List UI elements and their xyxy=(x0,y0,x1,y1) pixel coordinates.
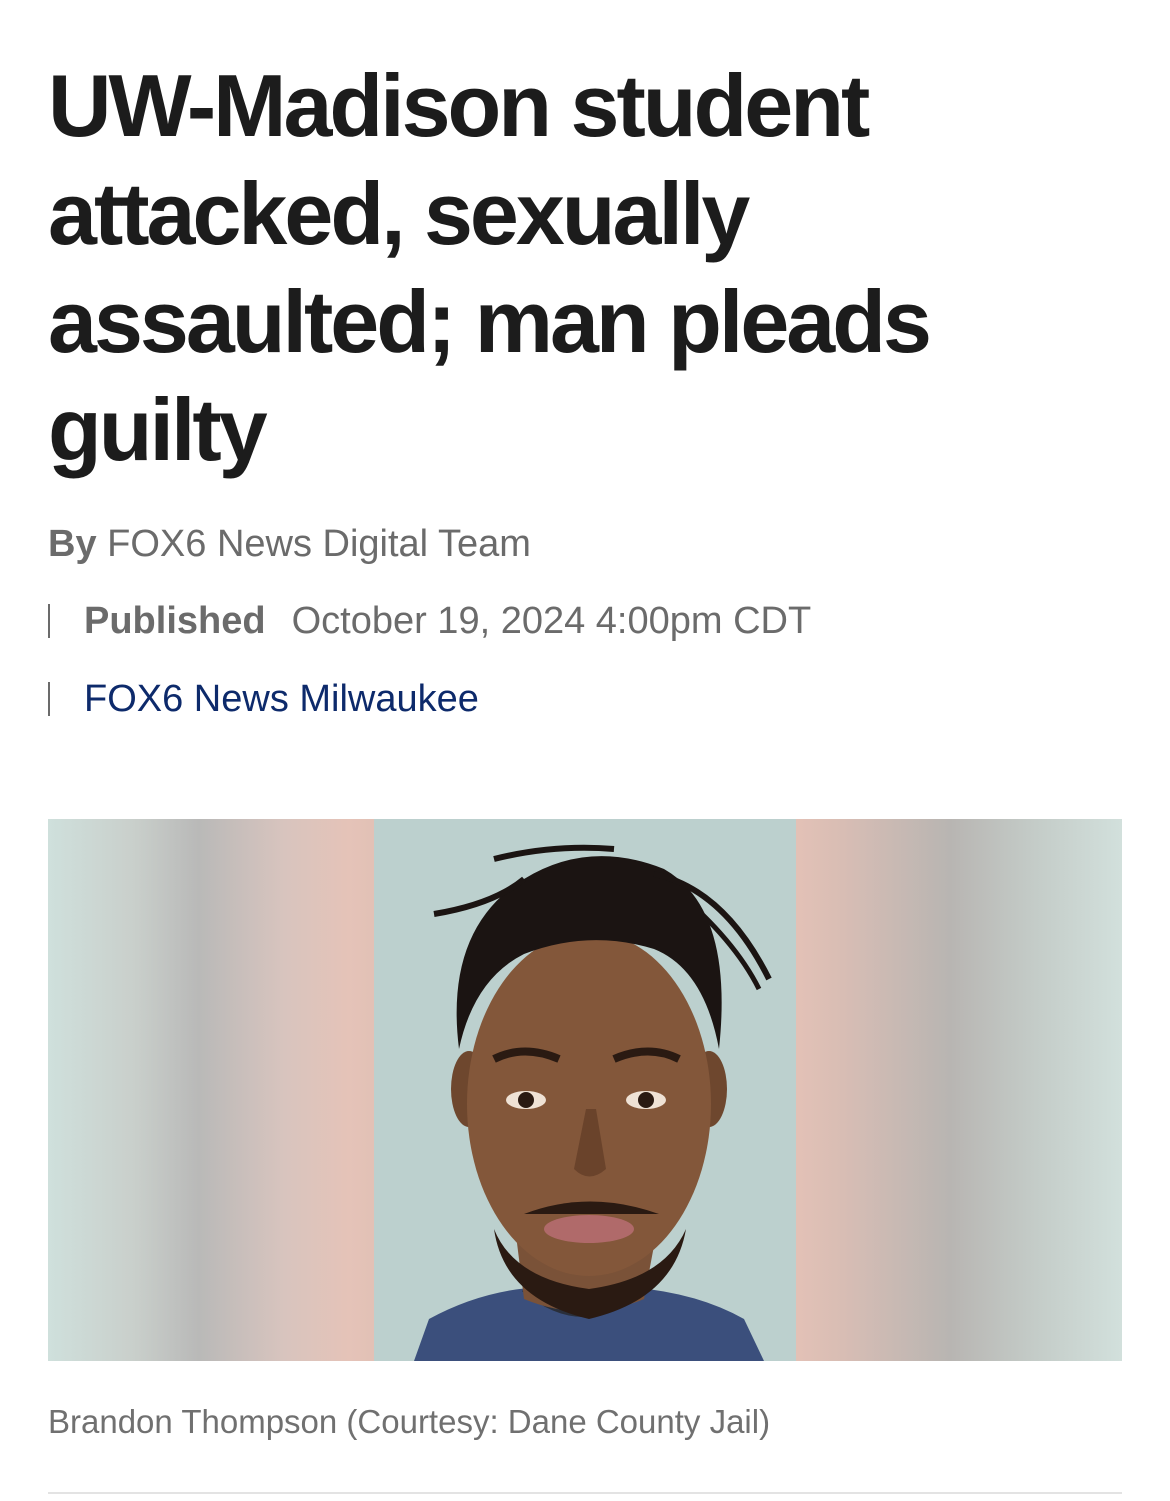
station-row: FOX6 News Milwaukee xyxy=(48,675,479,723)
author-name[interactable]: FOX6 News Digital Team xyxy=(107,523,531,565)
mugshot-figure xyxy=(414,844,772,1361)
meta-divider xyxy=(48,682,50,716)
station-link[interactable]: FOX6 News Milwaukee xyxy=(84,675,479,723)
byline: By FOX6 News Digital Team xyxy=(48,520,531,568)
published-label: Published xyxy=(84,600,266,642)
published-row: Published October 19, 2024 4:00pm CDT xyxy=(48,597,811,645)
mugshot-image xyxy=(374,819,796,1361)
photo-caption: Brandon Thompson (Courtesy: Dane County … xyxy=(48,1403,771,1440)
article-photo[interactable] xyxy=(48,819,1122,1361)
byline-prefix: By xyxy=(48,523,97,565)
published-date: October 19, 2024 4:00pm CDT xyxy=(291,600,812,642)
article-headline: UW-Madison student attacked, sexually as… xyxy=(48,56,932,479)
meta-divider xyxy=(48,604,50,638)
section-divider xyxy=(48,1492,1122,1494)
